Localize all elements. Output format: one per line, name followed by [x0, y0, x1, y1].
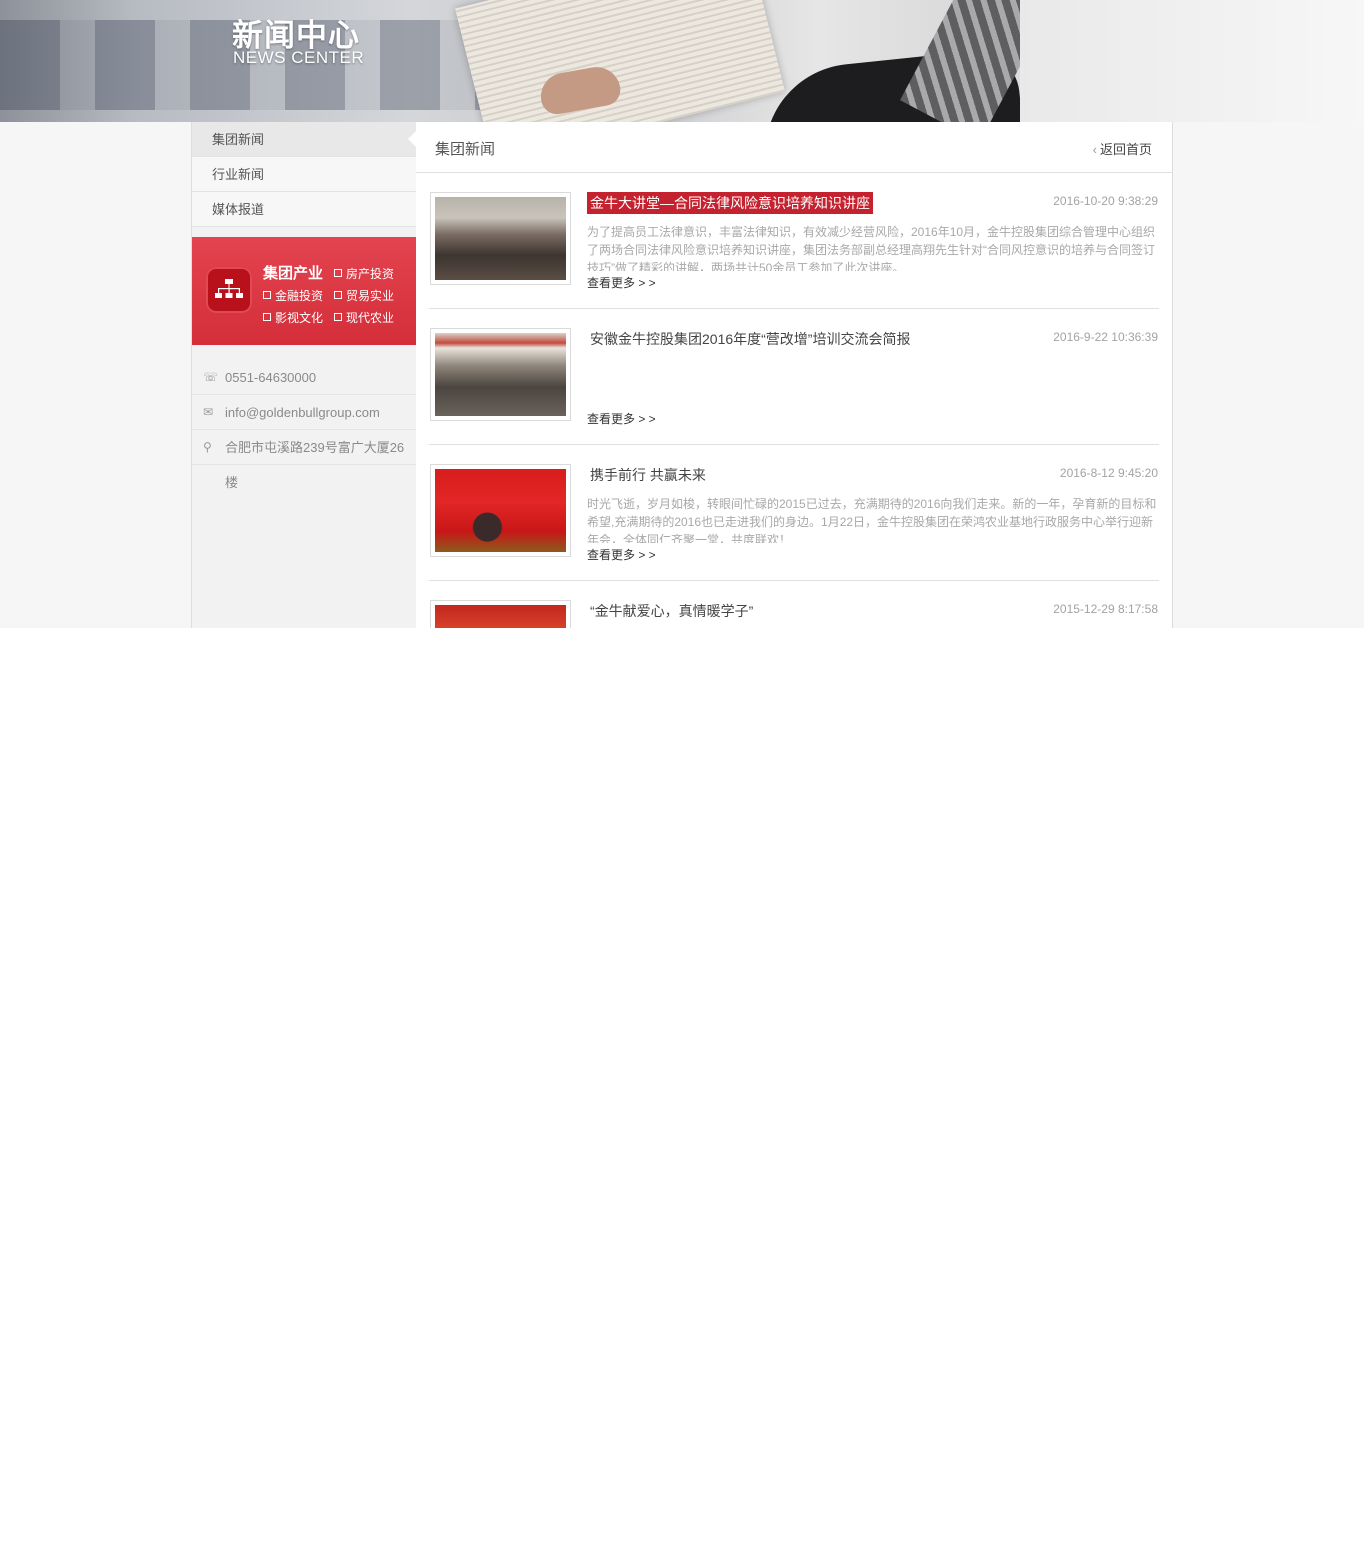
chevron-left-icon: ‹: [1092, 142, 1097, 157]
news-summary: 时光飞逝，岁月如梭，转眼间忙碌的2015已过去，充满期待的2016向我们走来。新…: [587, 497, 1157, 543]
lecture-photo: [435, 197, 566, 280]
industry-link-film[interactable]: 影视文化: [263, 309, 323, 326]
location-pin-icon: ⚲: [203, 440, 212, 454]
page-viewport: 新闻中心 NEWS CENTER 集团新闻 行业新闻 媒体报道 集团产业 房产投…: [0, 0, 1364, 628]
main-content: 集团新闻 ‹ 返回首页 金牛大讲堂—合同法律风险意识培养知识讲座 2016-10-…: [416, 122, 1173, 628]
sidebar-item-group-news[interactable]: 集团新闻: [192, 122, 417, 157]
page-title: 集团新闻: [435, 141, 496, 158]
read-more-link[interactable]: 查看更多 > >: [587, 410, 656, 427]
industry-link-real-estate[interactable]: 房产投资: [334, 265, 394, 282]
banner-newspaper-image: [455, 0, 785, 122]
org-chart-icon: [206, 267, 252, 313]
news-date: 2016-10-20 9:38:29: [1053, 194, 1158, 208]
mail-icon: ✉: [203, 405, 214, 419]
sidebar-item-industry-news[interactable]: 行业新闻: [192, 157, 416, 192]
content-header: 集团新闻 ‹ 返回首页: [416, 122, 1172, 173]
news-title[interactable]: “金牛献爱心，真情暖学子”: [587, 600, 756, 622]
contact-address: 合肥市屯溪路239号富广大厦26楼: [225, 440, 405, 490]
sidebar: 集团新闻 行业新闻 媒体报道 集团产业 房产投资 金融投资 贸易实业 影视文化 …: [191, 122, 417, 628]
industry-link-agriculture[interactable]: 现代农业: [334, 309, 394, 326]
news-title[interactable]: 金牛大讲堂—合同法律风险意识培养知识讲座: [587, 192, 873, 214]
banner-shirt-image: [1020, 0, 1364, 122]
sidebar-item-media-reports[interactable]: 媒体报道: [192, 192, 416, 227]
news-thumbnail[interactable]: [430, 328, 571, 421]
annual-meeting-photo: [435, 469, 566, 552]
meeting-photo: [435, 333, 566, 416]
group-industry-panel: 集团产业 房产投资 金融投资 贸易实业 影视文化 现代农业: [192, 237, 416, 345]
news-thumbnail[interactable]: [430, 464, 571, 557]
read-more-link[interactable]: 查看更多 > >: [587, 546, 656, 563]
news-title[interactable]: 安徽金牛控股集团2016年度“营改增”培训交流会简报: [587, 328, 913, 350]
contact-phone-row: ☏ 0551-64630000: [192, 345, 416, 395]
read-more-link[interactable]: 查看更多 > >: [587, 274, 656, 291]
sidebar-menu: 集团新闻 行业新闻 媒体报道: [192, 122, 417, 227]
news-list: 金牛大讲堂—合同法律风险意识培养知识讲座 2016-10-20 9:38:29 …: [429, 173, 1159, 628]
news-date: 2016-9-22 10:36:39: [1053, 330, 1158, 344]
banner-subtitle: NEWS CENTER: [233, 48, 365, 67]
contact-email[interactable]: info@goldenbullgroup.com: [225, 405, 380, 420]
news-date: 2016-8-12 9:45:20: [1059, 466, 1158, 480]
back-home-link[interactable]: ‹ 返回首页: [1093, 139, 1152, 158]
contact-phone: 0551-64630000: [225, 370, 317, 385]
news-center-banner: 新闻中心 NEWS CENTER: [0, 0, 1364, 122]
news-title[interactable]: 携手前行 共赢未来: [587, 464, 709, 486]
news-thumbnail[interactable]: [430, 600, 571, 628]
news-item: 携手前行 共赢未来 2016-8-12 9:45:20 时光飞逝，岁月如梭，转眼…: [429, 445, 1159, 581]
charity-banner-photo: [435, 605, 566, 628]
back-home-label: 返回首页: [1099, 142, 1152, 157]
news-date: 2015-12-29 8:17:58: [1053, 602, 1158, 616]
news-thumbnail[interactable]: [430, 192, 571, 285]
news-item: “金牛献爱心，真情暖学子” 2015-12-29 8:17:58: [429, 581, 1159, 628]
phone-icon: ☏: [203, 370, 219, 384]
news-item: 安徽金牛控股集团2016年度“营改增”培训交流会简报 2016-9-22 10:…: [429, 309, 1159, 445]
industry-title: 集团产业: [263, 265, 324, 282]
contact-email-row: ✉ info@goldenbullgroup.com: [192, 395, 416, 430]
industry-link-trade[interactable]: 贸易实业: [334, 287, 394, 304]
news-item: 金牛大讲堂—合同法律风险意识培养知识讲座 2016-10-20 9:38:29 …: [429, 173, 1159, 309]
industry-link-finance[interactable]: 金融投资: [263, 287, 323, 304]
news-summary: 为了提高员工法律意识，丰富法律知识，有效减少经营风险，2016年10月，金牛控股…: [587, 225, 1156, 271]
contact-info: ☏ 0551-64630000 ✉ info@goldenbullgroup.c…: [192, 345, 416, 490]
contact-address-row: ⚲ 合肥市屯溪路239号富广大厦26楼: [192, 430, 416, 490]
